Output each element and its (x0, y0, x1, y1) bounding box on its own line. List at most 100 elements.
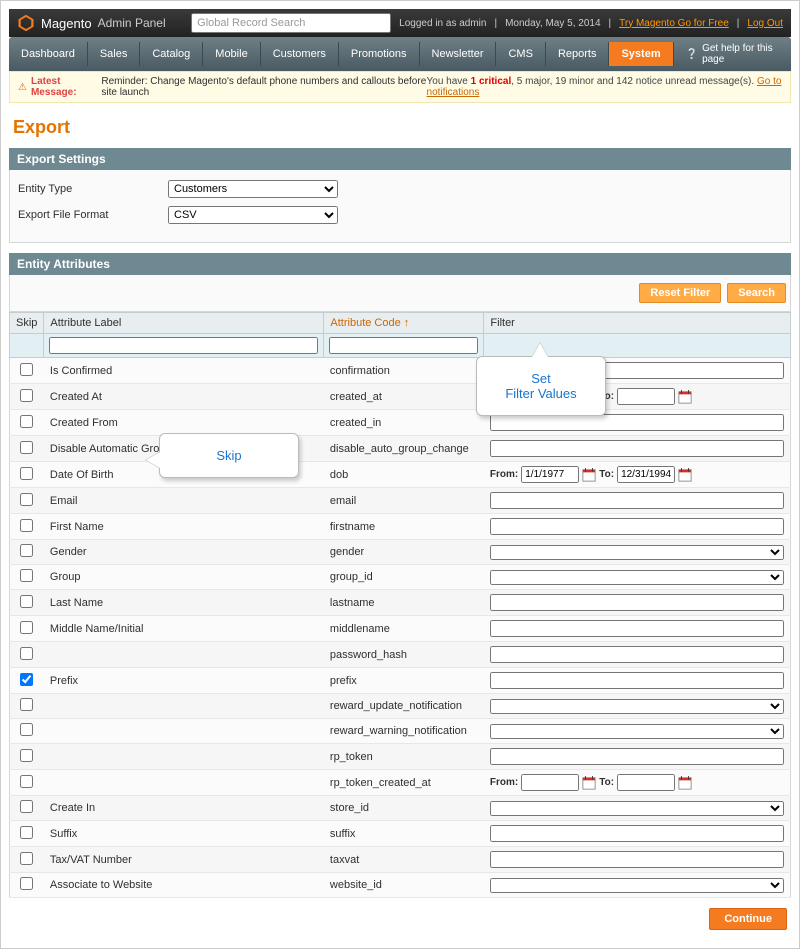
attr-label: Gender (44, 540, 324, 565)
skip-checkbox-created_at[interactable] (20, 389, 33, 402)
attr-label (44, 744, 324, 770)
filter-select-group_id[interactable] (490, 570, 784, 585)
nav-item-sales[interactable]: Sales (88, 42, 141, 66)
logout-link[interactable]: Log Out (747, 18, 783, 29)
nav-item-reports[interactable]: Reports (546, 42, 610, 66)
calendar-icon[interactable] (678, 390, 692, 404)
continue-button[interactable]: Continue (709, 908, 787, 930)
search-button[interactable]: Search (727, 283, 786, 303)
help-link[interactable]: ❔ Get help for this page (674, 37, 791, 71)
attr-code: gender (324, 540, 484, 565)
skip-checkbox-password_hash[interactable] (20, 647, 33, 660)
filter-select-reward_warning_notification[interactable] (490, 724, 784, 739)
filter-select-gender[interactable] (490, 545, 784, 560)
col-header-label[interactable]: Attribute Label (44, 313, 324, 334)
attr-label (44, 719, 324, 744)
skip-checkbox-email[interactable] (20, 493, 33, 506)
skip-checkbox-lastname[interactable] (20, 595, 33, 608)
skip-checkbox-rp_token[interactable] (20, 749, 33, 762)
attr-code: created_at (324, 384, 484, 410)
skip-checkbox-rp_token_created_at[interactable] (20, 775, 33, 788)
skip-checkbox-website_id[interactable] (20, 877, 33, 890)
skip-checkbox-reward_update_notification[interactable] (20, 698, 33, 711)
export-settings-head: Export Settings (9, 148, 791, 170)
calendar-icon[interactable] (678, 468, 692, 482)
skip-checkbox-confirmation[interactable] (20, 363, 33, 376)
skip-checkbox-taxvat[interactable] (20, 852, 33, 865)
nav-item-cms[interactable]: CMS (496, 42, 545, 66)
export-settings-panel: Entity Type Customers Export File Format… (9, 170, 791, 243)
filter-label-input[interactable] (49, 337, 318, 354)
try-magento-link[interactable]: Try Magento Go for Free (619, 18, 729, 29)
skip-checkbox-gender[interactable] (20, 544, 33, 557)
entity-type-select[interactable]: Customers (168, 180, 338, 198)
skip-checkbox-disable_auto_group_change[interactable] (20, 441, 33, 454)
filter-date-to-dob[interactable] (617, 466, 675, 483)
latest-msg-text: Reminder: Change Magento's default phone… (101, 76, 426, 98)
nav-item-dashboard[interactable]: Dashboard (9, 42, 88, 66)
filter-select-reward_update_notification[interactable] (490, 699, 784, 714)
calendar-icon[interactable] (678, 776, 692, 790)
filter-date-from-rp_token_created_at[interactable] (521, 774, 579, 791)
filter-code-input[interactable] (329, 337, 478, 354)
filter-input-prefix[interactable] (490, 672, 784, 689)
attr-label: Is Confirmed (44, 358, 324, 384)
col-header-skip[interactable]: Skip (10, 313, 44, 334)
filter-date-to-created_at[interactable] (617, 388, 675, 405)
nav-item-customers[interactable]: Customers (261, 42, 339, 66)
file-format-select[interactable]: CSV (168, 206, 338, 224)
reset-filter-button[interactable]: Reset Filter (639, 283, 721, 303)
nav-item-catalog[interactable]: Catalog (140, 42, 203, 66)
skip-checkbox-store_id[interactable] (20, 800, 33, 813)
filter-input-middlename[interactable] (490, 620, 784, 637)
skip-checkbox-dob[interactable] (20, 467, 33, 480)
calendar-icon[interactable] (582, 468, 596, 482)
table-row: rp_token (10, 744, 791, 770)
attr-code: reward_update_notification (324, 694, 484, 719)
attr-code: confirmation (324, 358, 484, 384)
global-search-input[interactable] (191, 13, 391, 33)
attr-code: middlename (324, 616, 484, 642)
filter-input-disable_auto_group_change[interactable] (490, 440, 784, 457)
attr-code: suffix (324, 821, 484, 847)
table-row: reward_warning_notification (10, 719, 791, 744)
table-row: Middle Name/Initialmiddlename (10, 616, 791, 642)
nav-item-mobile[interactable]: Mobile (203, 42, 260, 66)
attr-code: lastname (324, 590, 484, 616)
sort-asc-icon: ↑ (404, 317, 410, 329)
skip-checkbox-firstname[interactable] (20, 519, 33, 532)
table-row: First Namefirstname (10, 514, 791, 540)
skip-checkbox-group_id[interactable] (20, 569, 33, 582)
filter-input-password_hash[interactable] (490, 646, 784, 663)
filter-input-email[interactable] (490, 492, 784, 509)
filter-date-from-dob[interactable] (521, 466, 579, 483)
skip-checkbox-reward_warning_notification[interactable] (20, 723, 33, 736)
filter-input-suffix[interactable] (490, 825, 784, 842)
brand-sub: Admin Panel (98, 16, 166, 30)
filter-select-website_id[interactable] (490, 878, 784, 893)
nav-item-promotions[interactable]: Promotions (339, 42, 420, 66)
nav-item-newsletter[interactable]: Newsletter (420, 42, 497, 66)
skip-checkbox-suffix[interactable] (20, 826, 33, 839)
attr-code: created_in (324, 410, 484, 436)
filter-select-store_id[interactable] (490, 801, 784, 816)
table-row: Groupgroup_id (10, 565, 791, 590)
filter-input-lastname[interactable] (490, 594, 784, 611)
skip-checkbox-created_in[interactable] (20, 415, 33, 428)
col-header-filter[interactable]: Filter (484, 313, 791, 334)
skip-checkbox-middlename[interactable] (20, 621, 33, 634)
table-row: Emailemail (10, 488, 791, 514)
filter-input-taxvat[interactable] (490, 851, 784, 868)
attr-label: Created From (44, 410, 324, 436)
table-row: Prefixprefix (10, 668, 791, 694)
filter-input-rp_token[interactable] (490, 748, 784, 765)
col-header-code[interactable]: Attribute Code ↑ (324, 313, 484, 334)
table-row: password_hash (10, 642, 791, 668)
filter-date-to-rp_token_created_at[interactable] (617, 774, 675, 791)
calendar-icon[interactable] (582, 776, 596, 790)
filter-input-firstname[interactable] (490, 518, 784, 535)
filter-input-created_in[interactable] (490, 414, 784, 431)
nav-item-system[interactable]: System (609, 42, 673, 66)
skip-checkbox-prefix[interactable] (20, 673, 33, 686)
attr-code: disable_auto_group_change (324, 436, 484, 462)
